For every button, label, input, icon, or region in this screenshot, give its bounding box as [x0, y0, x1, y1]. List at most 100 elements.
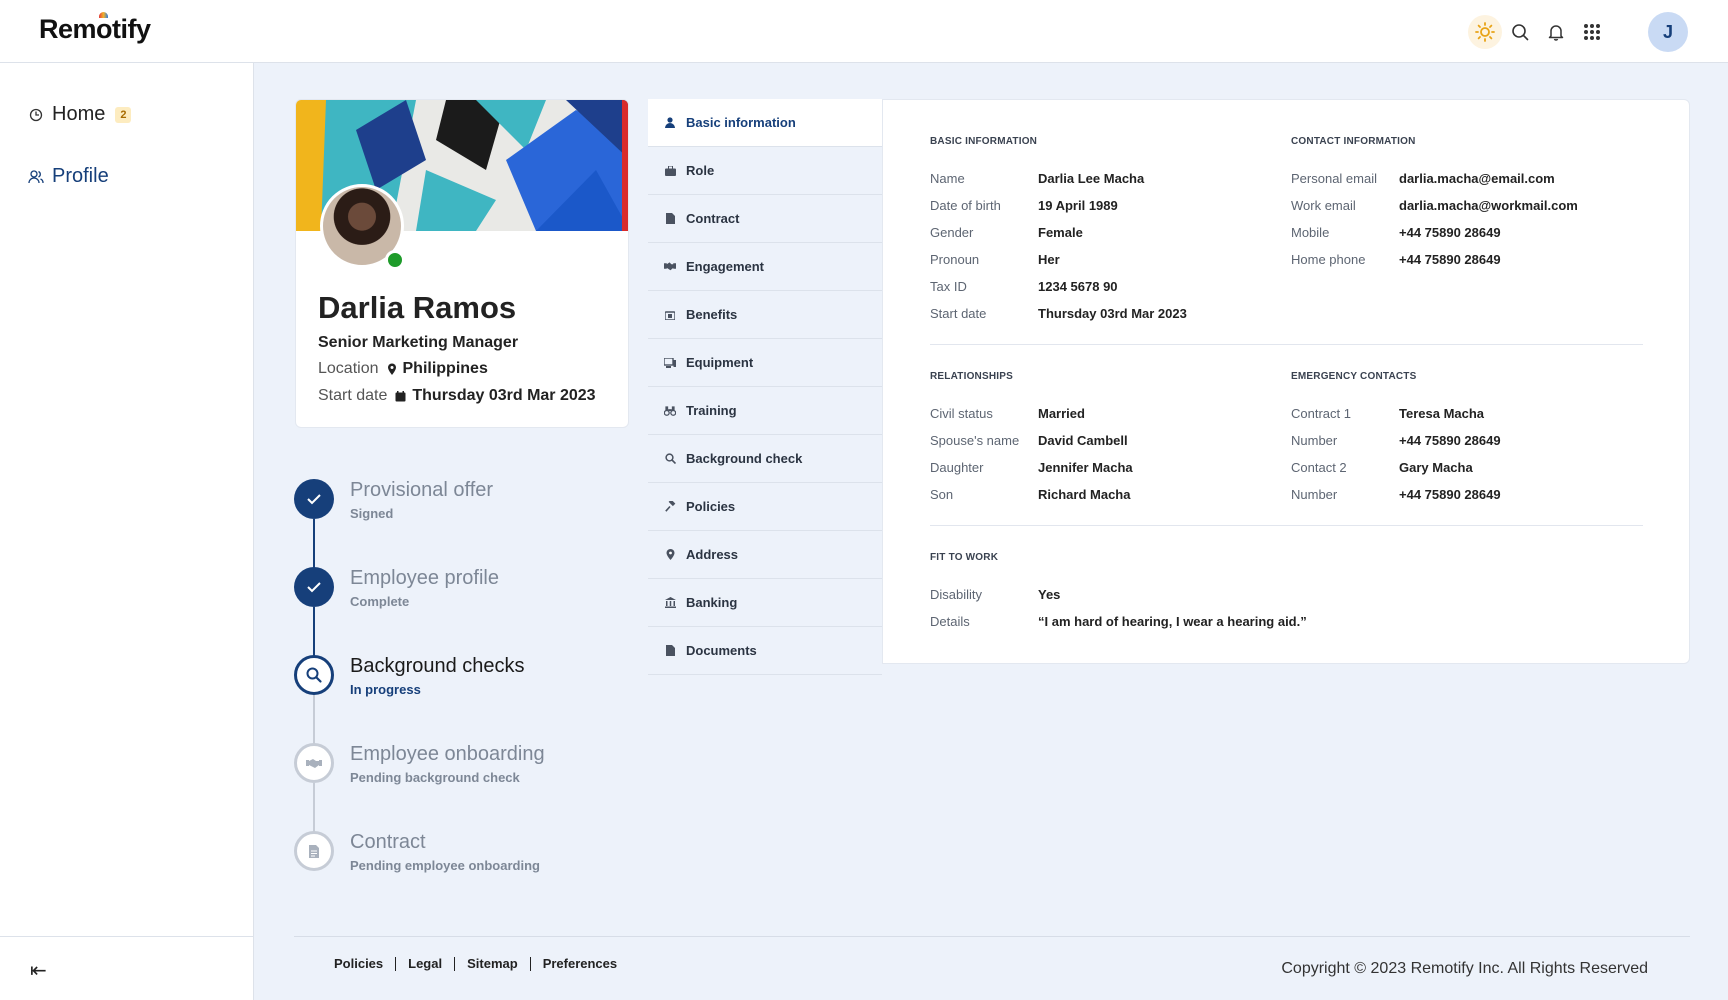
tab-label: Contract: [686, 211, 740, 226]
field-row: Daughter Jennifer Macha: [930, 460, 1133, 475]
tab-benefits[interactable]: Benefits: [648, 291, 882, 339]
tab-label: Basic information: [686, 115, 796, 130]
document-icon: [664, 213, 676, 225]
field-row: Son Richard Macha: [930, 487, 1131, 502]
step-subtitle: Pending employee onboarding: [350, 858, 540, 873]
field-row: Number +44 75890 28649: [1291, 487, 1501, 502]
clock-icon: [28, 107, 44, 123]
footer-links: Policies Legal Sitemap Preferences: [334, 957, 629, 971]
details-panel: BASIC INFORMATION CONTACT INFORMATION Na…: [882, 99, 1690, 664]
step-connector: [313, 607, 315, 656]
field-row: Pronoun Her: [930, 252, 1060, 267]
tab-documents[interactable]: Documents: [648, 627, 882, 675]
field-row: Date of birth 19 April 1989: [930, 198, 1118, 213]
step-title: Employee onboarding: [350, 743, 545, 765]
tab-banking[interactable]: Banking: [648, 579, 882, 627]
top-icons: J: [1468, 12, 1688, 52]
tab-equipment[interactable]: Equipment: [648, 339, 882, 387]
handshake-icon: [294, 743, 334, 783]
profile-section-tabs: Basic information Role Contract Engageme…: [648, 99, 882, 675]
field-row: Contract 1 Teresa Macha: [1291, 406, 1485, 421]
step-subtitle: Complete: [350, 594, 410, 609]
bank-icon: [664, 597, 676, 609]
field-row: Start date Thursday 03rd Mar 2023: [930, 306, 1187, 321]
section-divider: [930, 525, 1643, 526]
tab-label: Address: [686, 547, 739, 562]
step-connector: [313, 783, 315, 832]
field-row: Gender Female: [930, 225, 1083, 240]
monitor-icon: [664, 357, 676, 369]
field-row: Spouse's name David Cambell: [930, 433, 1128, 448]
location-label: Location: [318, 360, 379, 377]
footer-link-sitemap[interactable]: Sitemap: [454, 957, 530, 971]
step-title: Contract: [350, 831, 426, 853]
profile-location: Location Philippines: [318, 360, 488, 378]
apps-grid-icon[interactable]: [1574, 14, 1610, 50]
tab-address[interactable]: Address: [648, 531, 882, 579]
start-date-value: Thursday 03rd Mar 2023: [412, 387, 596, 404]
tab-engagement[interactable]: Engagement: [648, 243, 882, 291]
search-icon: [664, 453, 676, 465]
tab-training[interactable]: Training: [648, 387, 882, 435]
search-icon[interactable]: [1502, 14, 1538, 50]
online-status-indicator: [385, 250, 405, 270]
collapse-icon[interactable]: ⇤: [30, 958, 47, 983]
footer-link-preferences[interactable]: Preferences: [529, 957, 629, 971]
sidebar-divider: [0, 936, 253, 937]
user-avatar[interactable]: J: [1648, 12, 1688, 52]
person-icon: [664, 117, 676, 129]
step-title: Employee profile: [350, 567, 499, 589]
binoculars-icon: [664, 405, 676, 417]
users-icon: [28, 169, 44, 185]
location-value: Philippines: [402, 360, 488, 377]
tab-label: Background check: [686, 451, 803, 466]
field-row: Details “I am hard of hearing, I wear a h…: [930, 614, 1307, 629]
pin-icon: [664, 549, 676, 561]
handshake-icon: [664, 261, 676, 273]
tab-label: Benefits: [686, 307, 738, 322]
remotify-logo[interactable]: Remotify: [39, 12, 151, 45]
gavel-icon: [664, 501, 676, 513]
tab-label: Engagement: [686, 259, 765, 274]
step-title: Background checks: [350, 655, 525, 677]
tab-basic-information[interactable]: Basic information: [648, 99, 882, 147]
tab-policies[interactable]: Policies: [648, 483, 882, 531]
emergency-contacts-heading: EMERGENCY CONTACTS: [1291, 371, 1417, 382]
field-row: Work email darlia.macha@workmail.com: [1291, 198, 1578, 213]
tab-label: Equipment: [686, 355, 754, 370]
check-icon: [294, 567, 334, 607]
bell-icon[interactable]: [1538, 14, 1574, 50]
basic-information-heading: BASIC INFORMATION: [930, 136, 1038, 147]
step-connector: [313, 695, 315, 744]
pin-icon: [387, 363, 397, 375]
sidebar-item-profile[interactable]: Profile: [28, 165, 109, 188]
field-row: Civil status Married: [930, 406, 1085, 421]
field-row: Personal email darlia.macha@email.com: [1291, 171, 1555, 186]
profile-name: Darlia Ramos: [318, 290, 517, 325]
field-row: Tax ID 1234 5678 90: [930, 279, 1118, 294]
briefcase-icon: [664, 165, 676, 177]
tab-contract[interactable]: Contract: [648, 195, 882, 243]
relationships-heading: RELATIONSHIPS: [930, 371, 1013, 382]
section-divider: [930, 344, 1643, 345]
profile-card: Darlia Ramos Senior Marketing Manager Lo…: [295, 99, 629, 428]
profile-job-title: Senior Marketing Manager: [318, 334, 519, 351]
field-row: Number +44 75890 28649: [1291, 433, 1501, 448]
sidebar-item-home[interactable]: Home 2: [28, 103, 132, 126]
search-icon: [294, 655, 334, 695]
sun-icon[interactable]: [1468, 15, 1502, 49]
start-date-label: Start date: [318, 387, 388, 404]
footer-link-legal[interactable]: Legal: [395, 957, 454, 971]
tab-role[interactable]: Role: [648, 147, 882, 195]
sidebar-item-label: Profile: [52, 165, 109, 187]
footer-link-policies[interactable]: Policies: [334, 957, 395, 971]
step-title: Provisional offer: [350, 479, 494, 501]
tab-label: Training: [686, 403, 737, 418]
gift-icon: [664, 309, 676, 321]
tab-background-check[interactable]: Background check: [648, 435, 882, 483]
sidebar: Home 2 Profile ⇤: [0, 63, 254, 1000]
sidebar-item-label: Home: [52, 103, 106, 125]
tab-label: Banking: [686, 595, 738, 610]
calendar-icon: [395, 390, 406, 402]
document-icon: [294, 831, 334, 871]
